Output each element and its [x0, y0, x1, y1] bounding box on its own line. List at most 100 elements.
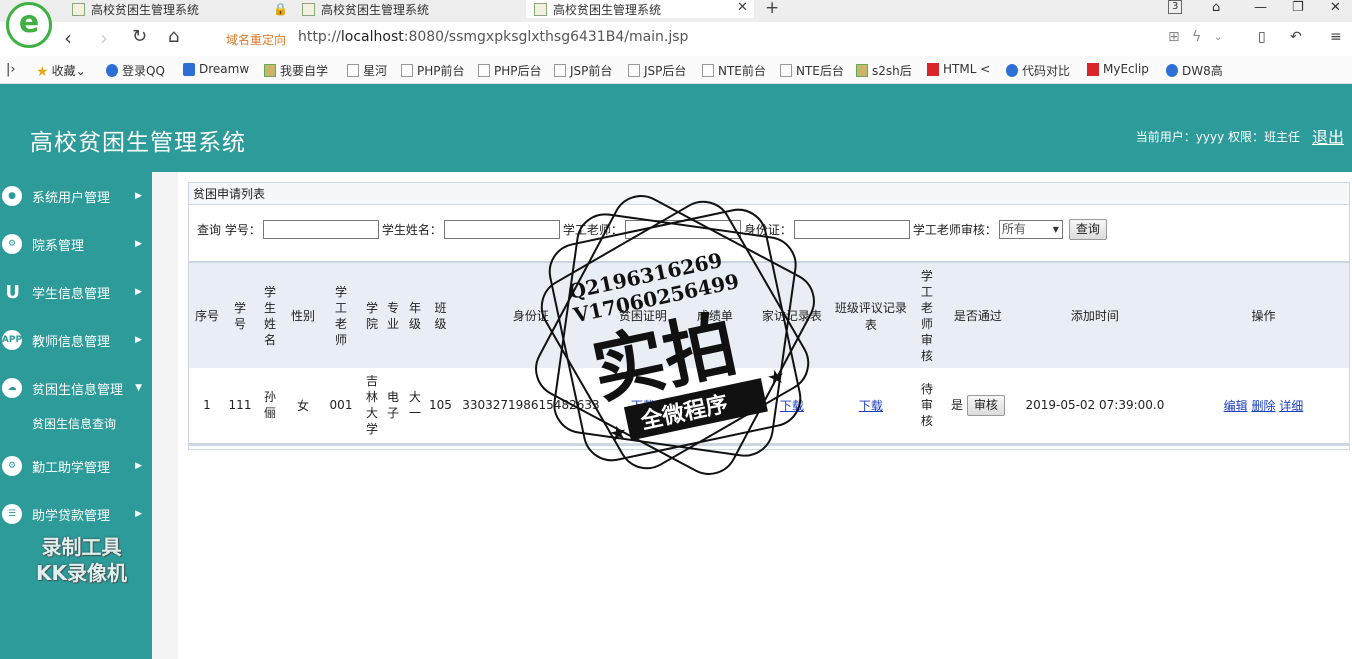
search-button[interactable]: 查询 — [1068, 219, 1107, 240]
cell-visit: 下载 — [751, 368, 832, 446]
delete-link[interactable]: 删除 — [1251, 399, 1275, 413]
minimize-icon[interactable]: — — [1254, 0, 1267, 15]
table-header-row: 序号 学号 学生姓名 性别 学工老师 学院 专业 年级 班级 身份证 贫困证明 … — [189, 261, 1349, 368]
bookmark-item[interactable]: NTE前台 — [702, 62, 766, 79]
lightning-icon[interactable]: ϟ — [1192, 29, 1201, 45]
bookmark-item[interactable]: JSP前台 — [554, 62, 612, 79]
teacher-input[interactable] — [624, 220, 741, 239]
col-header: 班级 — [427, 261, 454, 368]
back-icon[interactable]: ‹ — [64, 26, 72, 50]
cell-passed: 是 审核 — [943, 368, 1012, 446]
audit-button[interactable]: 审核 — [966, 394, 1005, 416]
col-header: 学工老师审核 — [909, 261, 944, 368]
page-icon — [401, 64, 413, 77]
bookmark-item[interactable]: DW8高 — [1166, 62, 1223, 79]
lock-icon: 🔒 — [273, 2, 288, 16]
bookmark-item[interactable]: ★ 收藏 ⌄ — [36, 62, 86, 80]
sidebar-item-poor-students[interactable]: ☁ 贫困生信息管理 ▼ — [0, 364, 152, 412]
edit-link[interactable]: 编辑 — [1224, 399, 1248, 413]
bookmark-item[interactable]: s2sh后 — [856, 62, 912, 79]
page-title: 高校贫困生管理系统 — [30, 130, 246, 156]
cloud-icon: ☁ — [2, 378, 22, 398]
page-icon — [702, 64, 714, 77]
xuehao-input[interactable] — [262, 220, 379, 239]
sidebar-toggle-icon[interactable]: |› — [6, 62, 16, 77]
bookmark-item[interactable]: 代码对比 — [1006, 62, 1070, 79]
close-tab-icon[interactable]: ✕ — [737, 0, 748, 15]
browser-tab-2[interactable]: 高校贫困生管理系统 — [302, 0, 520, 18]
sidebar-item-teachers[interactable]: APP 教师信息管理 ▶ — [0, 316, 152, 364]
shirt-icon[interactable]: ⌂ — [1212, 0, 1220, 15]
bookmark-item[interactable]: 登录QQ — [106, 62, 165, 79]
bookmark-item[interactable]: Dreamw — [183, 62, 249, 76]
bookmark-item[interactable]: MyEclip — [1087, 62, 1149, 76]
idcard-input[interactable] — [793, 220, 910, 239]
browser-tab-bar: e 高校贫困生管理系统 🔒 高校贫困生管理系统 高校贫困生管理系统 ✕ + 3 … — [0, 0, 1352, 48]
download-proof-link[interactable]: 下载 — [631, 399, 655, 413]
poor-application-panel: 贫困申请列表 查询 学号： 学生姓名： 学工老师： 身份证： 学工老师审核： 所有… — [188, 182, 1350, 450]
cell-xuehao: 111 — [225, 368, 255, 446]
bookmark-item[interactable]: 星河 — [347, 62, 387, 79]
new-tab-icon[interactable]: + — [765, 0, 779, 18]
download-review-record-link[interactable]: 下载 — [859, 399, 883, 413]
col-header: 专业 — [383, 261, 403, 368]
bookmark-item[interactable]: 我要自学 — [264, 62, 328, 79]
sidebar-item-loans[interactable]: ☰ 助学贷款管理 ▶ — [0, 490, 152, 538]
tab-label: 高校贫困生管理系统 — [91, 2, 200, 17]
home-icon[interactable]: ⌂ — [168, 26, 179, 47]
current-user-info: 当前用户：yyyy 权限：班主任 — [1135, 130, 1300, 144]
forward-icon[interactable]: › — [100, 26, 108, 50]
download-visit-link[interactable]: 下载 — [780, 399, 804, 413]
sidebar-subitem-poor-query[interactable]: 贫困生信息查询 — [32, 415, 116, 432]
cell-grade: 大一 — [403, 368, 427, 446]
col-header: 成绩单 — [677, 261, 752, 368]
cell-review-record: 下载 — [831, 368, 910, 446]
browser-tab-3[interactable]: 高校贫困生管理系统 — [526, 0, 754, 18]
page-favicon-icon — [534, 2, 547, 16]
chevron-right-icon: ▶ — [135, 509, 142, 519]
bookmarks-bar: |› ★ 收藏 ⌄ 登录QQ Dreamw 我要自学 星河 PHP前台 PHP后台… — [0, 56, 1352, 84]
download-transcript-link[interactable]: 下载 — [703, 399, 727, 413]
grid-icon[interactable]: ⊞ — [1168, 29, 1180, 45]
qq-icon — [106, 64, 118, 77]
col-header: 性别 — [285, 261, 321, 368]
review-status-select[interactable]: 所有 — [998, 220, 1063, 239]
student-name-input[interactable] — [443, 220, 560, 239]
chevron-down-icon[interactable]: ⌄ — [1214, 32, 1222, 43]
stack-icon: ☰ — [2, 504, 22, 524]
sidebar-item-students[interactable]: Ս 学生信息管理 ▶ — [0, 268, 152, 316]
url-input[interactable]: http://localhost:8080/ssmgxpksglxthsg643… — [298, 29, 688, 45]
undo-icon[interactable]: ↶ — [1290, 29, 1302, 45]
bookmark-item[interactable]: JSP后台 — [628, 62, 686, 79]
bookmark-item[interactable]: NTE后台 — [780, 62, 844, 79]
dreamweaver-icon — [183, 62, 195, 76]
chevron-right-icon: ▶ — [135, 191, 142, 201]
cell-proof: 下载 — [607, 368, 678, 446]
detail-link[interactable]: 详细 — [1279, 399, 1303, 413]
menu-icon[interactable]: ≡ — [1330, 29, 1342, 45]
col-header: 序号 — [189, 261, 225, 368]
search-form: 查询 学号： 学生姓名： 学工老师： 身份证： 学工老师审核：所有 查询 — [197, 219, 1107, 240]
cell-audit: 待审核 — [909, 368, 944, 446]
reader-icon[interactable]: ▯ — [1258, 29, 1266, 45]
col-header: 操作 — [1177, 261, 1349, 368]
bookmark-item[interactable]: HTML < — [927, 62, 990, 76]
sidebar-item-system-users[interactable]: ● 系统用户管理 ▶ — [0, 172, 152, 220]
chevron-right-icon: ▶ — [135, 461, 142, 471]
col-header: 学生姓名 — [255, 261, 285, 368]
restore-icon[interactable]: ❐ — [1292, 0, 1304, 15]
chevron-right-icon: ▶ — [135, 335, 142, 345]
cell-major: 电子 — [383, 368, 403, 446]
bookmark-item[interactable]: PHP后台 — [478, 62, 542, 79]
sidebar-item-work-study[interactable]: ⚙ 勤工助学管理 ▶ — [0, 442, 152, 490]
refresh-icon[interactable]: ↻ — [132, 26, 147, 47]
logout-link[interactable]: 退出 — [1312, 124, 1344, 148]
sidebar-item-departments[interactable]: ⚙ 院系管理 ▶ — [0, 220, 152, 268]
tab-count-badge[interactable]: 3 — [1168, 0, 1183, 14]
browser-logo-icon[interactable]: e — [6, 2, 52, 48]
col-header: 身份证 — [453, 261, 608, 368]
window-close-icon[interactable]: ✕ — [1330, 0, 1341, 15]
bookmark-item[interactable]: PHP前台 — [401, 62, 465, 79]
browser-tab-1[interactable]: 高校贫困生管理系统 🔒 — [72, 0, 290, 18]
image-icon — [264, 64, 276, 77]
